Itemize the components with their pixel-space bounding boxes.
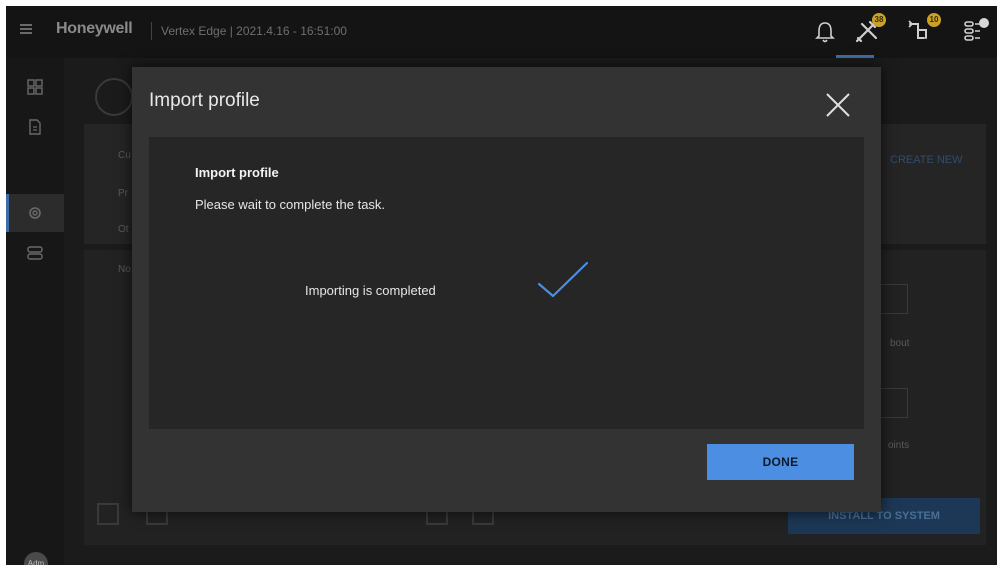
create-new-link[interactable]: CREATE NEW	[890, 154, 963, 166]
close-icon[interactable]	[824, 91, 852, 119]
background-tile-label: bout	[890, 338, 910, 349]
app-frame: Honeywell Vertex Edge | 2021.4.16 - 16:5…	[6, 6, 997, 565]
modules-icon[interactable]	[26, 244, 44, 262]
done-button[interactable]: DONE	[707, 444, 854, 480]
side-nav: Adm	[6, 58, 64, 565]
add-icon[interactable]	[97, 503, 119, 525]
background-row-label: No	[118, 264, 131, 275]
brand-logo: Honeywell	[56, 20, 133, 37]
fitting-badge: 10	[927, 13, 941, 27]
active-tab-indicator	[836, 55, 874, 58]
checkmark-icon	[537, 261, 589, 298]
task-heading: Import profile	[195, 165, 279, 180]
bell-icon[interactable]	[814, 16, 836, 46]
background-row-label: Ot	[118, 224, 129, 235]
back-button[interactable]	[95, 78, 133, 116]
header-subtitle: Vertex Edge | 2021.4.16 - 16:51:00	[161, 24, 347, 38]
avatar[interactable]: Adm	[24, 552, 48, 565]
status-text: Importing is completed	[305, 283, 436, 298]
top-bar: Honeywell Vertex Edge | 2021.4.16 - 16:5…	[6, 6, 997, 58]
background-card-title: Cu	[118, 150, 131, 161]
document-icon[interactable]	[26, 118, 44, 136]
sliders-icon[interactable]	[962, 16, 992, 46]
background-tile-icon	[878, 388, 908, 418]
background-tile-icon	[878, 284, 908, 314]
dialog-title: Import profile	[149, 90, 260, 111]
settings-icon[interactable]	[26, 204, 44, 222]
tools-badge: 38	[872, 13, 886, 27]
background-tile-label: oints	[888, 440, 910, 451]
header-divider	[151, 22, 152, 40]
import-profile-dialog: Import profile Import profile Please wai…	[132, 67, 881, 512]
dialog-body: Import profile Please wait to complete t…	[149, 137, 864, 429]
background-row-label: Pr	[118, 188, 128, 199]
task-message: Please wait to complete the task.	[195, 197, 386, 212]
menu-icon[interactable]	[20, 24, 32, 34]
dashboard-icon[interactable]	[26, 78, 44, 96]
